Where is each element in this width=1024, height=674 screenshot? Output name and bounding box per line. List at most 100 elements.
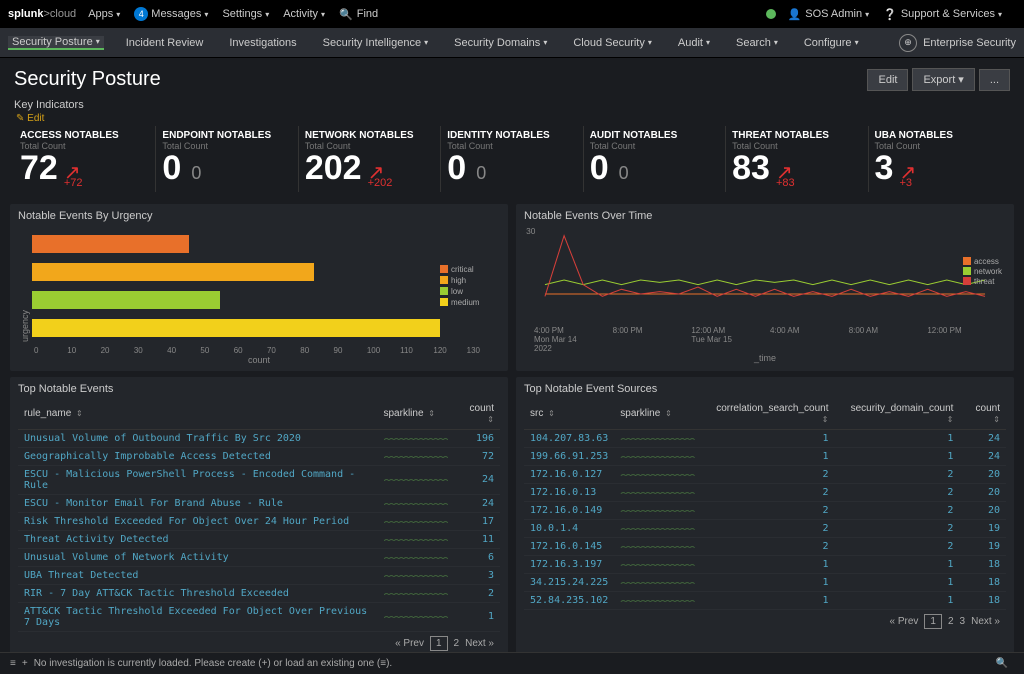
nav-investigations[interactable]: Investigations [225, 37, 300, 49]
urgency-bar[interactable] [32, 319, 440, 337]
col-rule_name[interactable]: rule_name ⇕ [18, 399, 377, 430]
table-row[interactable]: 172.16.0.127 ⌢⌢⌢⌢⌢⌢⌢⌢⌢⌢⌢⌢⌢⌢⌢ 2 2 20 [524, 465, 1006, 483]
edit-indicators-link[interactable]: ✎ Edit [0, 113, 1024, 124]
activity-menu[interactable]: Activity [283, 8, 325, 20]
prev-link[interactable]: « Prev [890, 616, 919, 627]
src-cell[interactable]: 172.16.0.145 [524, 537, 614, 555]
page-1[interactable]: 1 [430, 636, 448, 651]
table-row[interactable]: 34.215.24.225 ⌢⌢⌢⌢⌢⌢⌢⌢⌢⌢⌢⌢⌢⌢⌢ 1 1 18 [524, 573, 1006, 591]
zoom-icon[interactable]: 🔍 [996, 658, 1008, 669]
apps-menu[interactable]: Apps [88, 8, 120, 20]
col-sparkline[interactable]: sparkline ⇕ [614, 399, 700, 430]
table-row[interactable]: 52.84.235.102 ⌢⌢⌢⌢⌢⌢⌢⌢⌢⌢⌢⌢⌢⌢⌢ 1 1 18 [524, 591, 1006, 609]
col-count[interactable]: count ⇕ [453, 399, 500, 430]
table-row[interactable]: ESCU - Malicious PowerShell Process - En… [18, 465, 500, 494]
legend-item[interactable]: critical [440, 265, 500, 274]
series-network[interactable] [545, 280, 985, 285]
legend-item[interactable]: medium [440, 298, 500, 307]
page-1[interactable]: 1 [924, 614, 942, 629]
src-cell[interactable]: 34.215.24.225 [524, 573, 614, 591]
table-row[interactable]: 172.16.0.145 ⌢⌢⌢⌢⌢⌢⌢⌢⌢⌢⌢⌢⌢⌢⌢ 2 2 19 [524, 537, 1006, 555]
nav-incident-review[interactable]: Incident Review [122, 37, 208, 49]
table-row[interactable]: Risk Threshold Exceeded For Object Over … [18, 512, 500, 530]
table-row[interactable]: Threat Activity Detected ⌢⌢⌢⌢⌢⌢⌢⌢⌢⌢⌢⌢⌢ 1… [18, 530, 500, 548]
rule-name-cell[interactable]: ESCU - Malicious PowerShell Process - En… [18, 465, 377, 494]
rule-name-cell[interactable]: Unusual Volume of Outbound Traffic By Sr… [18, 429, 377, 447]
indicator-card[interactable]: ENDPOINT NOTABLES Total Count 00 [156, 126, 298, 192]
col-src[interactable]: src ⇕ [524, 399, 614, 430]
table-row[interactable]: 172.16.3.197 ⌢⌢⌢⌢⌢⌢⌢⌢⌢⌢⌢⌢⌢⌢⌢ 1 1 18 [524, 555, 1006, 573]
indicator-card[interactable]: ACCESS NOTABLES Total Count 72↗+72 [14, 126, 156, 192]
src-cell[interactable]: 172.16.0.149 [524, 501, 614, 519]
rule-name-cell[interactable]: ESCU - Monitor Email For Brand Abuse - R… [18, 494, 377, 512]
col-sparkline[interactable]: sparkline ⇕ [377, 399, 453, 430]
table-row[interactable]: ESCU - Monitor Email For Brand Abuse - R… [18, 494, 500, 512]
table-row[interactable]: Unusual Volume of Outbound Traffic By Sr… [18, 429, 500, 447]
src-cell[interactable]: 10.0.1.4 [524, 519, 614, 537]
urgency-bar[interactable] [32, 291, 220, 309]
settings-menu[interactable]: Settings [222, 8, 269, 20]
legend-item[interactable]: threat [963, 277, 1002, 286]
edit-button[interactable]: Edit [867, 69, 908, 91]
page-2[interactable]: 2 [454, 638, 460, 649]
nav-security-intelligence[interactable]: Security Intelligence [319, 37, 432, 49]
col-correlation_search_count[interactable]: correlation_search_count ⇕ [700, 399, 834, 430]
nav-configure[interactable]: Configure [800, 37, 863, 49]
col-security_domain_count[interactable]: security_domain_count ⇕ [835, 399, 960, 430]
add-icon[interactable]: + [22, 658, 28, 669]
find-search[interactable]: 🔍Find [339, 8, 378, 21]
indicator-card[interactable]: UBA NOTABLES Total Count 3↗+3 [869, 126, 1010, 192]
rule-name-cell[interactable]: Risk Threshold Exceeded For Object Over … [18, 512, 377, 530]
table-row[interactable]: UBA Threat Detected ⌢⌢⌢⌢⌢⌢⌢⌢⌢⌢⌢⌢⌢ 3 [18, 566, 500, 584]
enterprise-security-badge[interactable]: ⊕Enterprise Security [899, 34, 1016, 52]
table-row[interactable]: 104.207.83.63 ⌢⌢⌢⌢⌢⌢⌢⌢⌢⌢⌢⌢⌢⌢⌢ 1 1 24 [524, 429, 1006, 447]
more-button[interactable]: ... [979, 69, 1010, 91]
src-cell[interactable]: 172.16.0.127 [524, 465, 614, 483]
legend-item[interactable]: access [963, 257, 1002, 266]
rule-name-cell[interactable]: ATT&CK Tactic Threshold Exceeded For Obj… [18, 602, 377, 631]
nav-security-domains[interactable]: Security Domains [450, 37, 551, 49]
prev-link[interactable]: « Prev [395, 638, 424, 649]
src-cell[interactable]: 104.207.83.63 [524, 429, 614, 447]
nav-cloud-security[interactable]: Cloud Security [569, 37, 656, 49]
rule-name-cell[interactable]: UBA Threat Detected [18, 566, 377, 584]
table-row[interactable]: Geographically Improbable Access Detecte… [18, 447, 500, 465]
col-count[interactable]: count ⇕ [959, 399, 1006, 430]
user-menu[interactable]: 👤SOS Admin [788, 8, 870, 21]
rule-name-cell[interactable]: RIR - 7 Day ATT&CK Tactic Threshold Exce… [18, 584, 377, 602]
messages-menu[interactable]: 4Messages [134, 7, 208, 21]
next-link[interactable]: Next » [465, 638, 494, 649]
legend-item[interactable]: low [440, 287, 500, 296]
indicator-card[interactable]: AUDIT NOTABLES Total Count 00 [584, 126, 726, 192]
export-button[interactable]: Export ▾ [912, 68, 974, 91]
table-row[interactable]: 172.16.0.13 ⌢⌢⌢⌢⌢⌢⌢⌢⌢⌢⌢⌢⌢⌢⌢ 2 2 20 [524, 483, 1006, 501]
table-row[interactable]: 199.66.91.253 ⌢⌢⌢⌢⌢⌢⌢⌢⌢⌢⌢⌢⌢⌢⌢ 1 1 24 [524, 447, 1006, 465]
src-cell[interactable]: 172.16.3.197 [524, 555, 614, 573]
indicator-card[interactable]: THREAT NOTABLES Total Count 83↗+83 [726, 126, 868, 192]
rule-name-cell[interactable]: Threat Activity Detected [18, 530, 377, 548]
table-row[interactable]: Unusual Volume of Network Activity ⌢⌢⌢⌢⌢… [18, 548, 500, 566]
src-cell[interactable]: 172.16.0.13 [524, 483, 614, 501]
series-threat[interactable] [545, 235, 985, 296]
menu-icon[interactable]: ≡ [10, 658, 16, 669]
page-3[interactable]: 3 [960, 616, 966, 627]
rule-name-cell[interactable]: Geographically Improbable Access Detecte… [18, 447, 377, 465]
nav-search[interactable]: Search [732, 37, 782, 49]
table-row[interactable]: ATT&CK Tactic Threshold Exceeded For Obj… [18, 602, 500, 631]
nav-security-posture[interactable]: Security Posture [8, 36, 104, 50]
rule-name-cell[interactable]: Unusual Volume of Network Activity [18, 548, 377, 566]
page-2[interactable]: 2 [948, 616, 954, 627]
legend-item[interactable]: network [963, 267, 1002, 276]
table-row[interactable]: RIR - 7 Day ATT&CK Tactic Threshold Exce… [18, 584, 500, 602]
legend-item[interactable]: high [440, 276, 500, 285]
indicator-card[interactable]: NETWORK NOTABLES Total Count 202↗+202 [299, 126, 441, 192]
urgency-bar[interactable] [32, 263, 314, 281]
src-cell[interactable]: 199.66.91.253 [524, 447, 614, 465]
indicator-card[interactable]: IDENTITY NOTABLES Total Count 00 [441, 126, 583, 192]
table-row[interactable]: 10.0.1.4 ⌢⌢⌢⌢⌢⌢⌢⌢⌢⌢⌢⌢⌢⌢⌢ 2 2 19 [524, 519, 1006, 537]
table-row[interactable]: 172.16.0.149 ⌢⌢⌢⌢⌢⌢⌢⌢⌢⌢⌢⌢⌢⌢⌢ 2 2 20 [524, 501, 1006, 519]
logo[interactable]: splunk>cloud [8, 8, 76, 20]
src-cell[interactable]: 52.84.235.102 [524, 591, 614, 609]
nav-audit[interactable]: Audit [674, 37, 714, 49]
support-menu[interactable]: ❔Support & Services [883, 8, 1002, 21]
